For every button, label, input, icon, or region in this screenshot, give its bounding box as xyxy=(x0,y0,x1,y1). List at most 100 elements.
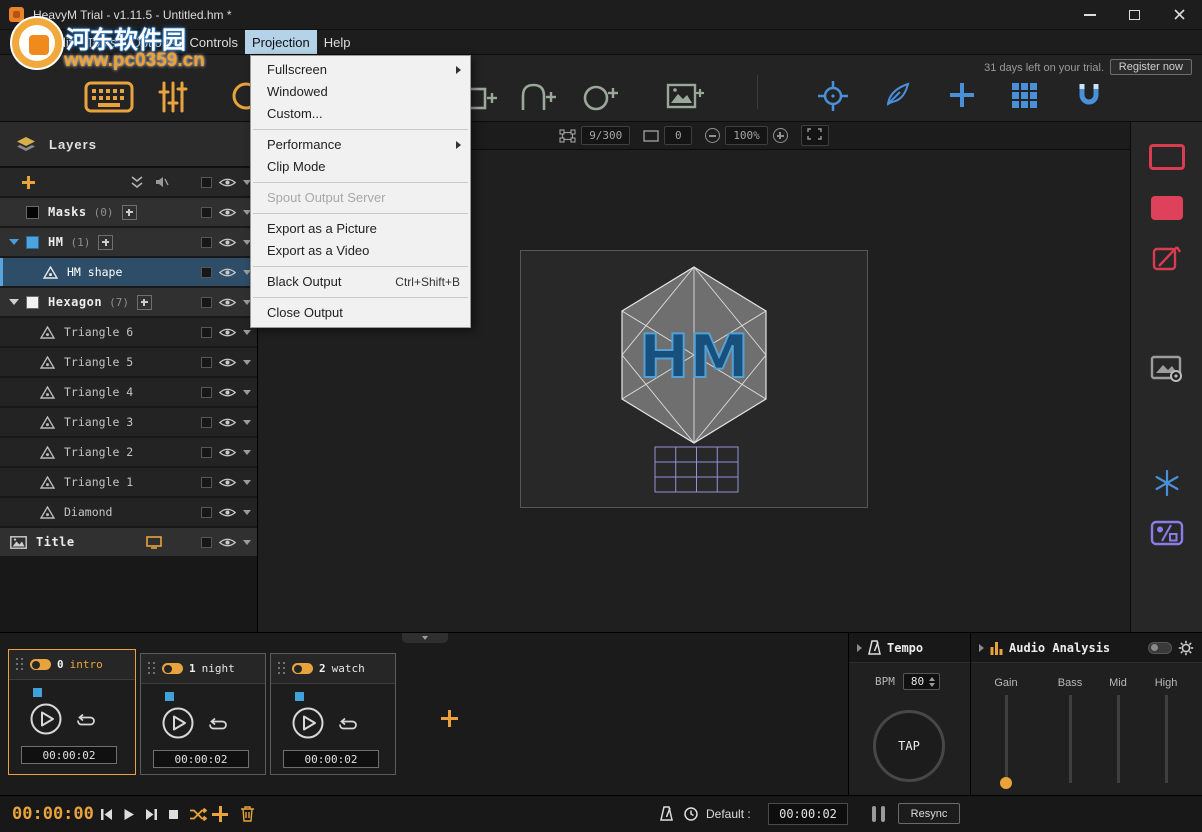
layer-row-title[interactable]: Title xyxy=(0,528,257,556)
mid-slider[interactable]: Mid xyxy=(1096,677,1140,783)
fit-view-button[interactable] xyxy=(801,125,829,146)
skip-start-button[interactable] xyxy=(100,808,113,821)
add-image-icon[interactable] xyxy=(666,83,704,111)
crosshair-icon[interactable] xyxy=(818,81,848,111)
menu-item-export-picture[interactable]: Export as a Picture xyxy=(251,218,470,240)
layer-row-diamond[interactable]: Diamond xyxy=(0,498,257,526)
layer-select-checkbox[interactable] xyxy=(201,537,212,548)
layer-select-checkbox[interactable] xyxy=(201,507,212,518)
sequence-thumbnail[interactable] xyxy=(33,688,42,697)
tap-button[interactable]: TAP xyxy=(873,710,945,782)
outline-shape-tool[interactable] xyxy=(1131,144,1202,170)
resync-button[interactable]: Resync xyxy=(898,803,960,824)
skip-end-button[interactable] xyxy=(145,808,158,821)
play-button[interactable] xyxy=(29,702,63,736)
layer-row-triangle-3[interactable]: Triangle 3 xyxy=(0,408,257,436)
add-circle-icon[interactable] xyxy=(582,81,620,113)
add-shape-button[interactable] xyxy=(137,295,152,310)
collapse-all-icon[interactable] xyxy=(130,176,144,188)
gain-slider[interactable]: Gain xyxy=(984,677,1028,783)
layer-row-masks[interactable]: Masks (0) xyxy=(0,198,257,226)
layer-row-triangle-6[interactable]: Triangle 6 xyxy=(0,318,257,346)
projection-preview[interactable]: HM xyxy=(521,251,867,507)
slider-track[interactable] xyxy=(1005,695,1008,783)
transitions-tool[interactable] xyxy=(1131,520,1202,546)
expand-arrow-icon[interactable] xyxy=(979,644,984,652)
loop-button[interactable] xyxy=(75,713,97,728)
chevron-down-icon[interactable] xyxy=(243,450,251,455)
expand-arrow-icon[interactable] xyxy=(857,644,862,652)
layer-select-checkbox[interactable] xyxy=(201,177,212,188)
visibility-eye-icon[interactable] xyxy=(219,207,236,218)
magnet-icon[interactable] xyxy=(1076,81,1102,109)
menu-controls[interactable]: Controls xyxy=(183,30,245,54)
sequence-thumbnail[interactable] xyxy=(295,692,304,701)
bpm-input[interactable]: 80 xyxy=(903,673,940,690)
stop-button[interactable] xyxy=(168,809,179,820)
projection-preview-area[interactable]: HM xyxy=(520,250,868,508)
zoom-in-button[interactable] xyxy=(773,128,788,143)
bass-slider[interactable]: Bass xyxy=(1048,677,1092,783)
layer-select-checkbox[interactable] xyxy=(201,477,212,488)
fill-shape-tool[interactable] xyxy=(1131,196,1202,220)
effects-tool[interactable] xyxy=(1131,470,1202,496)
visibility-eye-icon[interactable] xyxy=(219,387,236,398)
visibility-eye-icon[interactable] xyxy=(219,267,236,278)
slider-track[interactable] xyxy=(1069,695,1072,783)
sequence-toggle[interactable] xyxy=(162,663,183,674)
output-display-icon[interactable] xyxy=(146,536,162,549)
menu-projection[interactable]: Projection xyxy=(245,30,317,54)
menu-tools[interactable]: Tools xyxy=(79,30,123,54)
default-duration-input[interactable]: 00:00:02 xyxy=(768,803,848,825)
feather-icon[interactable] xyxy=(884,80,912,108)
audio-analysis-toggle[interactable] xyxy=(1148,642,1172,654)
gear-icon[interactable] xyxy=(1178,640,1194,656)
slider-track[interactable] xyxy=(1117,695,1120,783)
mute-all-icon[interactable] xyxy=(155,176,169,188)
drag-handle-icon[interactable] xyxy=(148,662,156,675)
visibility-eye-icon[interactable] xyxy=(219,537,236,548)
sequence-toggle[interactable] xyxy=(30,659,51,670)
visibility-eye-icon[interactable] xyxy=(219,327,236,338)
chevron-down-icon[interactable] xyxy=(243,510,251,515)
menu-item-clip-mode[interactable]: Clip Mode xyxy=(251,156,470,178)
collapse-arrow-icon[interactable] xyxy=(9,239,19,245)
loop-button[interactable] xyxy=(207,717,229,732)
close-button[interactable] xyxy=(1157,0,1202,29)
visibility-eye-icon[interactable] xyxy=(219,357,236,368)
layer-color-swatch[interactable] xyxy=(26,236,39,249)
layer-select-checkbox[interactable] xyxy=(201,417,212,428)
high-slider[interactable]: High xyxy=(1144,677,1188,783)
layer-select-checkbox[interactable] xyxy=(201,297,212,308)
add-layer-button[interactable] xyxy=(22,176,35,189)
layer-select-checkbox[interactable] xyxy=(201,207,212,218)
layer-row-hexagon[interactable]: Hexagon (7) xyxy=(0,288,257,316)
chevron-down-icon[interactable] xyxy=(243,390,251,395)
visibility-eye-icon[interactable] xyxy=(219,177,236,188)
layer-row-hm-shape[interactable]: HM shape xyxy=(0,258,257,286)
visibility-eye-icon[interactable] xyxy=(219,477,236,488)
chevron-down-icon[interactable] xyxy=(243,330,251,335)
layer-select-checkbox[interactable] xyxy=(201,327,212,338)
add-sequence-transport-button[interactable] xyxy=(212,806,228,822)
add-shape-button[interactable] xyxy=(122,205,137,220)
menu-help[interactable]: Help xyxy=(317,30,358,54)
layer-color-swatch[interactable] xyxy=(26,206,39,219)
play-button[interactable] xyxy=(161,706,195,740)
edit-appearance-tool[interactable] xyxy=(1131,244,1202,272)
add-sequence-button[interactable] xyxy=(441,710,458,727)
visibility-eye-icon[interactable] xyxy=(219,237,236,248)
slider-knob[interactable] xyxy=(1000,777,1012,789)
visibility-eye-icon[interactable] xyxy=(219,297,236,308)
play-button[interactable] xyxy=(291,706,325,740)
drag-handle-icon[interactable] xyxy=(278,662,286,675)
add-point-icon[interactable] xyxy=(950,83,974,107)
visibility-eye-icon[interactable] xyxy=(219,507,236,518)
chevron-down-icon[interactable] xyxy=(243,360,251,365)
layer-select-checkbox[interactable] xyxy=(201,237,212,248)
chevron-down-icon[interactable] xyxy=(243,480,251,485)
menu-edit[interactable]: Edit xyxy=(43,30,79,54)
drag-handle-icon[interactable] xyxy=(16,658,24,671)
layer-select-checkbox[interactable] xyxy=(201,357,212,368)
layer-row-triangle-2[interactable]: Triangle 2 xyxy=(0,438,257,466)
